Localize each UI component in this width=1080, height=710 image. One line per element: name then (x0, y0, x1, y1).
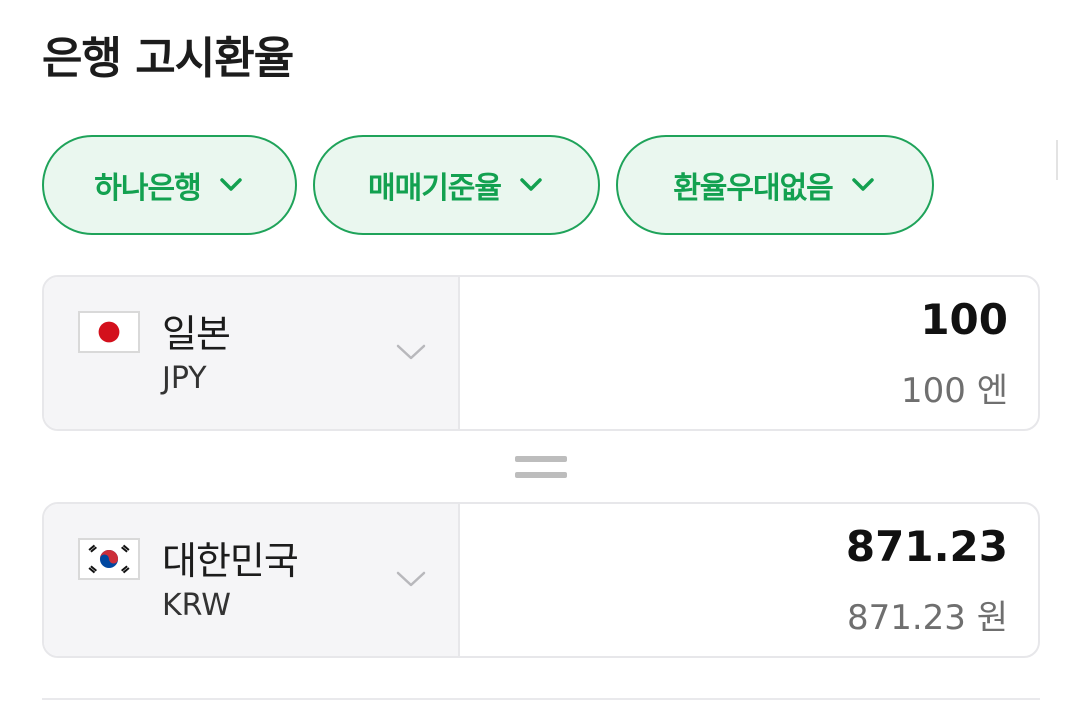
chevron-down-icon (396, 571, 426, 587)
to-currency-select[interactable]: 대한민국 KRW (44, 504, 460, 656)
to-amount-input[interactable]: 871.23 (846, 522, 1008, 571)
from-currency-select[interactable]: 일본 JPY (44, 277, 460, 429)
section-divider (42, 698, 1040, 700)
bank-select-chip[interactable]: 하나은행 (42, 135, 297, 235)
from-amount-text: 100 엔 (901, 371, 1008, 411)
rate-type-select-label: 매매기준율 (368, 171, 502, 206)
chevron-down-icon (396, 344, 426, 360)
chevron-down-icon (852, 178, 874, 191)
korea-flag-icon (78, 538, 140, 580)
page-title: 은행 고시환율 (42, 33, 294, 84)
rate-type-select-chip[interactable]: 매매기준율 (313, 135, 600, 235)
japan-flag-icon (78, 311, 140, 353)
from-currency-country: 일본 (162, 312, 231, 356)
to-currency-country: 대한민국 (162, 539, 299, 583)
bank-select-label: 하나은행 (94, 171, 201, 206)
to-amount-text: 871.23 원 (846, 598, 1008, 638)
from-currency-row: 일본 JPY 100 100 엔 (42, 275, 1040, 431)
from-amount-input[interactable]: 100 (920, 295, 1008, 344)
from-currency-code: JPY (162, 361, 207, 396)
scroll-edge-divider (1056, 140, 1058, 180)
exchange-rate-widget: 은행 고시환율 하나은행 매매기준율 환율우대없음 일본 JPY 100 100… (0, 0, 1080, 710)
preferential-rate-select-chip[interactable]: 환율우대없음 (616, 135, 934, 235)
equals-icon (515, 452, 567, 482)
to-currency-code: KRW (162, 588, 231, 623)
to-currency-row: 대한민국 KRW 871.23 871.23 원 (42, 502, 1040, 658)
chevron-down-icon (520, 178, 542, 191)
preferential-rate-select-label: 환율우대없음 (673, 171, 834, 206)
chevron-down-icon (219, 178, 242, 191)
